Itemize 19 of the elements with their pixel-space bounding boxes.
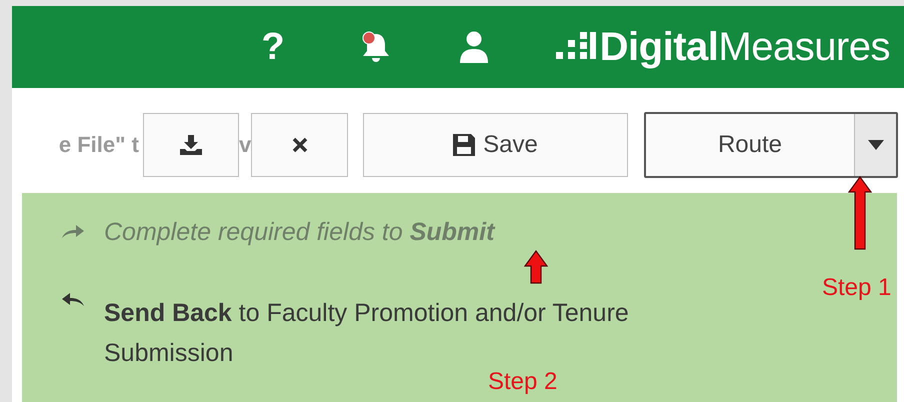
close-icon <box>292 137 308 153</box>
save-icon <box>453 134 476 156</box>
annotation-arrow <box>524 250 548 284</box>
save-button[interactable]: Save <box>363 113 628 177</box>
back-arrow-icon <box>62 293 84 307</box>
bell-icon[interactable] <box>360 30 392 64</box>
forward-arrow-icon <box>62 225 84 239</box>
background-text: e File" t <box>58 132 140 158</box>
logo-text: DigitalMeasures <box>600 24 890 70</box>
help-button[interactable]: ? <box>261 26 285 68</box>
caret-icon <box>868 140 884 150</box>
download-button[interactable] <box>143 113 239 177</box>
background-text: v <box>239 132 251 158</box>
logo-dots-icon <box>556 32 596 62</box>
download-icon <box>180 135 202 155</box>
route-button[interactable]: Route <box>646 114 854 176</box>
user-icon[interactable] <box>460 31 488 63</box>
dropdown-button[interactable] <box>854 114 896 176</box>
step-label: Step 1 <box>822 274 892 302</box>
